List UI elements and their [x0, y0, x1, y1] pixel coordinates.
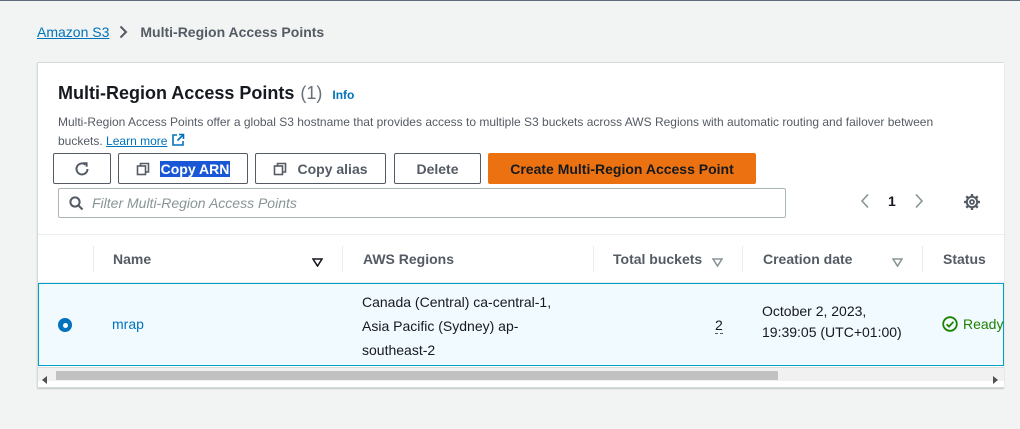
- scrollbar-thumb[interactable]: [56, 371, 778, 380]
- copy-arn-button[interactable]: Copy ARN: [118, 153, 248, 184]
- creation-time-line: 19:39:05 (UTC+01:00): [762, 324, 902, 340]
- access-points-table: Name AWS Regions Total buckets Creation …: [38, 234, 1004, 366]
- delete-button[interactable]: Delete: [394, 153, 481, 184]
- access-point-name-link[interactable]: mrap: [112, 312, 144, 336]
- column-header-status[interactable]: Status: [943, 235, 986, 283]
- info-link[interactable]: Info: [332, 88, 354, 102]
- refresh-icon: [73, 160, 91, 178]
- column-divider: [922, 246, 923, 272]
- refresh-button[interactable]: [53, 153, 111, 184]
- region-line: Asia Pacific (Sydney) ap-: [362, 318, 519, 334]
- breadcrumb: Amazon S3 Multi-Region Access Points: [37, 24, 324, 40]
- breadcrumb-current: Multi-Region Access Points: [140, 24, 325, 40]
- previous-page-icon[interactable]: [860, 193, 870, 209]
- sort-down-icon[interactable]: [711, 254, 724, 272]
- table-header: Name AWS Regions Total buckets Creation …: [38, 234, 1004, 283]
- breadcrumb-amazon-s3-link[interactable]: Amazon S3: [37, 24, 109, 40]
- column-header-creation-date[interactable]: Creation date: [763, 235, 852, 283]
- create-access-point-button[interactable]: Create Multi-Region Access Point: [488, 153, 756, 184]
- column-divider: [342, 246, 343, 272]
- region-line: Canada (Central) ca-central-1,: [362, 294, 552, 310]
- sort-down-icon[interactable]: [311, 254, 324, 272]
- status-label: Ready: [963, 316, 1004, 332]
- horizontal-scrollbar[interactable]: [38, 367, 1004, 384]
- region-line: southeast-2: [362, 342, 436, 358]
- row-select-radio[interactable]: [58, 318, 72, 332]
- copy-icon: [273, 162, 287, 176]
- column-header-regions[interactable]: AWS Regions: [363, 235, 454, 283]
- column-divider: [742, 246, 743, 272]
- scroll-right-icon[interactable]: [993, 371, 998, 389]
- pagination: 1: [860, 193, 924, 209]
- copy-alias-button[interactable]: Copy alias: [255, 153, 386, 184]
- copy-icon: [136, 162, 150, 176]
- copy-alias-label: Copy alias: [297, 160, 368, 177]
- learn-more-link[interactable]: Learn more: [106, 134, 167, 148]
- status-cell: Ready: [942, 312, 1003, 336]
- table-row[interactable]: mrap Canada (Central) ca-central-1, Asia…: [38, 283, 1004, 366]
- column-divider: [593, 246, 594, 272]
- page-number[interactable]: 1: [888, 193, 896, 209]
- item-count: (1): [300, 83, 323, 103]
- creation-date-cell: October 2, 2023, 19:39:05 (UTC+01:00): [762, 301, 902, 343]
- total-buckets-value[interactable]: 2: [715, 317, 723, 334]
- panel-header: Multi-Region Access Points (1) Info Mult…: [58, 83, 978, 153]
- column-divider: [93, 246, 94, 272]
- access-points-panel: Multi-Region Access Points (1) Info Mult…: [37, 62, 1004, 388]
- column-header-total-buckets[interactable]: Total buckets: [613, 235, 702, 283]
- regions-cell: Canada (Central) ca-central-1, Asia Paci…: [362, 290, 551, 362]
- copy-arn-label: Copy ARN: [159, 160, 231, 177]
- filter-box: [58, 188, 786, 218]
- scroll-left-icon[interactable]: [42, 371, 47, 389]
- description-text: Multi-Region Access Points offer a globa…: [58, 115, 934, 148]
- external-link-icon: [171, 133, 185, 153]
- chevron-right-icon: [119, 25, 128, 39]
- gear-icon[interactable]: [963, 193, 981, 216]
- creation-date-line: October 2, 2023,: [762, 303, 867, 319]
- search-icon: [69, 195, 84, 211]
- column-header-name[interactable]: Name: [113, 235, 151, 283]
- page-title: Multi-Region Access Points: [58, 83, 295, 103]
- next-page-icon[interactable]: [914, 193, 924, 209]
- sort-down-icon[interactable]: [891, 254, 904, 272]
- check-circle-icon: [942, 316, 958, 332]
- filter-input[interactable]: [92, 195, 732, 211]
- panel-description: Multi-Region Access Points offer a globa…: [58, 113, 978, 153]
